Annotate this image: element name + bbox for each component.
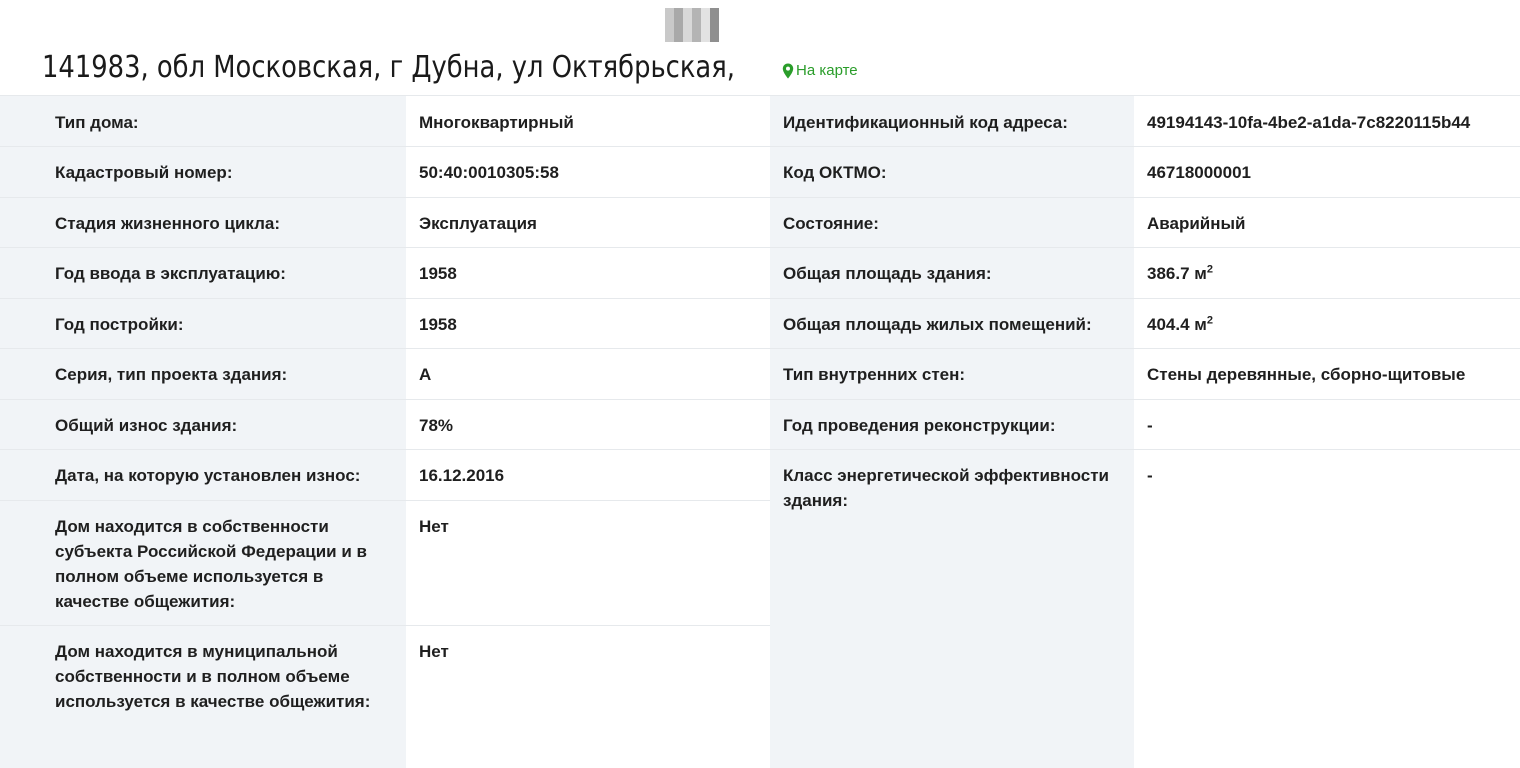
- right-row-label: Год проведения реконструкции:: [783, 416, 1056, 435]
- left-row-label: Год ввода в эксплуатацию:: [55, 264, 286, 283]
- right-row-value: 386.7 м2: [1147, 263, 1213, 283]
- left-row-label: Дата, на которую установлен износ:: [55, 466, 361, 485]
- right-row-label: Тип внутренних стен:: [783, 365, 966, 384]
- right-row-value: Стены деревянные, сборно-щитовые: [1147, 365, 1466, 384]
- left-row-label: Тип дома:: [55, 113, 139, 132]
- left-row-label: Дом находится в муниципальной собственно…: [55, 642, 371, 711]
- left-row-value: 1958: [419, 315, 457, 334]
- address-title: 141983, обл Московская, г Дубна, ул Октя…: [42, 50, 735, 85]
- left-row-value: 16.12.2016: [419, 466, 505, 485]
- left-row-value: Нет: [419, 517, 449, 536]
- left-row-label: Кадастровый номер:: [55, 163, 233, 182]
- right-row-label: Общая площадь здания:: [783, 264, 992, 283]
- map-link-label: На карте: [796, 62, 858, 79]
- left-row-value: Многоквартирный: [419, 113, 574, 132]
- right-row-value: 49194143-10fa-4be2-a1da-7c8220115b44: [1147, 113, 1471, 132]
- left-row-label: Серия, тип проекта здания:: [55, 365, 288, 384]
- left-row-value: А: [419, 365, 432, 384]
- map-link[interactable]: На карте: [782, 61, 858, 81]
- left-row-label: Дом находится в собственности субъекта Р…: [55, 517, 367, 611]
- left-row-value: Нет: [419, 642, 449, 661]
- left-row-value: 78%: [419, 416, 454, 435]
- right-row-label: Идентификационный код адреса:: [783, 113, 1068, 132]
- right-row-value: Аварийный: [1147, 214, 1246, 233]
- right-row-label: Код ОКТМО:: [783, 163, 887, 182]
- right-row-value: 46718000001: [1147, 163, 1252, 182]
- right-row-value: -: [1147, 466, 1153, 485]
- right-row-value: 404.4 м2: [1147, 314, 1213, 334]
- house-info-table: Тип дома: Многоквартирный Кадастровый номе…: [0, 95, 1520, 768]
- left-row-value: Эксплуатация: [419, 214, 537, 233]
- right-row-label: Общая площадь жилых помещений:: [783, 315, 1092, 334]
- left-row-label: Стадия жизненного цикла:: [55, 214, 281, 233]
- left-row-value: 50:40:0010305:58: [419, 163, 559, 182]
- map-pin-icon: [782, 63, 794, 79]
- blurred-house-number: [665, 8, 719, 42]
- page-header: 141983, обл Московская, г Дубна, ул Октя…: [42, 44, 848, 88]
- right-row-value: -: [1147, 416, 1153, 435]
- left-row-value: 1958: [419, 264, 457, 283]
- right-row-label: Состояние:: [783, 214, 879, 233]
- left-row-label: Общий износ здания:: [55, 416, 238, 435]
- right-row-label: Класс энергетической эффективности здани…: [783, 466, 1110, 510]
- left-row-label: Год постройки:: [55, 315, 184, 334]
